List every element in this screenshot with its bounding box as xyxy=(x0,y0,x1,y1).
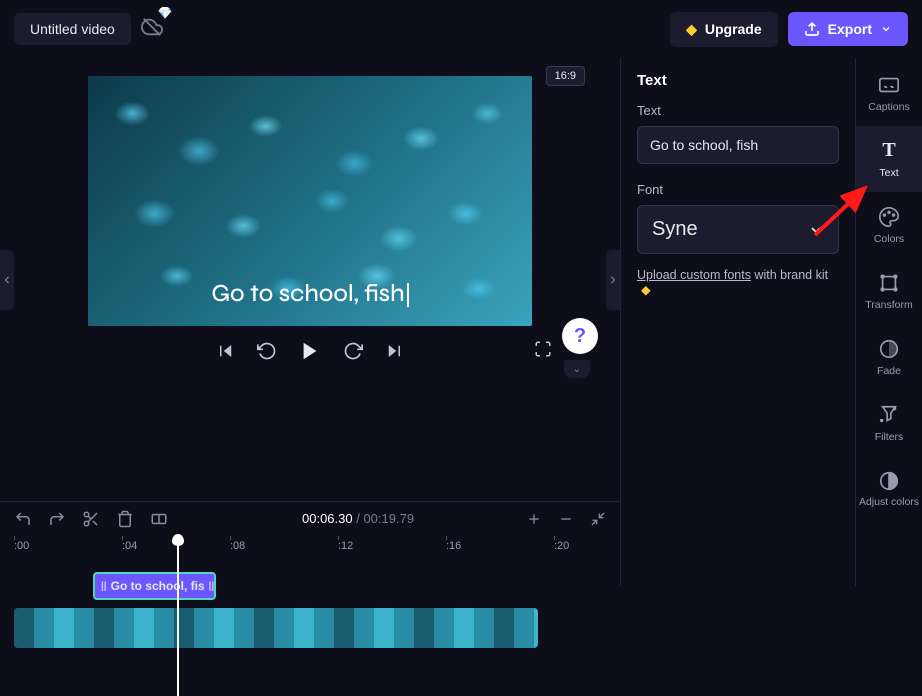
forward-5s-button[interactable] xyxy=(343,341,363,361)
adjust-colors-icon xyxy=(878,470,900,492)
redo-button[interactable] xyxy=(48,510,66,528)
text-field-label: Text xyxy=(637,103,839,118)
text-input[interactable] xyxy=(637,126,839,164)
tool-text[interactable]: T Text xyxy=(856,126,922,192)
undo-button[interactable] xyxy=(14,510,32,528)
upload-fonts-link[interactable]: Upload custom fonts xyxy=(637,268,751,282)
tool-fade[interactable]: Fade xyxy=(856,324,922,390)
timeline-text-clip[interactable]: || Go to school, fis || xyxy=(93,572,216,600)
text-icon: T xyxy=(878,140,900,162)
fit-timeline-button[interactable] xyxy=(590,511,606,527)
chevron-down-icon xyxy=(808,222,824,238)
tool-adjust-colors[interactable]: Adjust colors xyxy=(856,456,922,522)
captions-icon xyxy=(878,74,900,96)
upload-fonts-row: Upload custom fonts with brand kit ◆ xyxy=(637,268,839,297)
font-select[interactable]: Syne xyxy=(637,205,839,254)
font-select-value: Syne xyxy=(652,218,698,241)
text-clip-label: Go to school, fis xyxy=(111,579,205,593)
playhead[interactable] xyxy=(177,536,179,696)
preview-nav-right[interactable]: › xyxy=(606,250,620,310)
ruler-tick: :20 xyxy=(554,540,569,552)
collapse-preview-button[interactable]: ⌄ xyxy=(564,360,590,378)
upgrade-label: Upgrade xyxy=(705,21,762,37)
gem-icon: ◆ xyxy=(641,283,651,297)
tool-transform[interactable]: Transform xyxy=(856,258,922,324)
panel-title: Text xyxy=(637,72,839,89)
cloud-sync-icon: 💎 xyxy=(141,16,163,43)
palette-icon xyxy=(878,206,900,228)
split-button[interactable] xyxy=(150,510,168,528)
zoom-add-button[interactable] xyxy=(526,511,542,527)
filters-icon xyxy=(878,404,900,426)
skip-end-button[interactable] xyxy=(385,342,403,360)
zoom-minus-button[interactable] xyxy=(558,511,574,527)
clip-grip-right-icon[interactable]: || xyxy=(209,581,215,592)
ruler-tick: :04 xyxy=(122,540,137,552)
ruler-tick: :08 xyxy=(230,540,245,552)
cut-button[interactable] xyxy=(82,510,100,528)
timecode-display: 00:06.30 / 00:19.79 xyxy=(302,511,414,527)
export-button[interactable]: Export xyxy=(788,12,908,46)
play-button[interactable] xyxy=(299,340,321,362)
delete-button[interactable] xyxy=(116,510,134,528)
overlay-text-caption[interactable]: Go to school, fish xyxy=(211,279,408,308)
video-preview[interactable]: Go to school, fish xyxy=(88,76,532,326)
chevron-down-icon xyxy=(880,23,892,35)
upload-icon xyxy=(804,21,820,37)
tool-captions[interactable]: Captions xyxy=(856,60,922,126)
fade-icon xyxy=(878,338,900,360)
tool-colors[interactable]: Colors xyxy=(856,192,922,258)
help-button[interactable]: ? xyxy=(562,318,598,354)
font-field-label: Font xyxy=(637,182,839,197)
aspect-ratio-button[interactable]: 16:9 xyxy=(546,66,585,86)
export-label: Export xyxy=(828,21,872,37)
preview-nav-left[interactable]: ‹ xyxy=(0,250,14,310)
premium-diamond-icon: 💎 xyxy=(158,6,173,20)
ruler-tick: :12 xyxy=(338,540,353,552)
upgrade-button[interactable]: ◆ Upgrade xyxy=(670,12,778,47)
timeline-ruler[interactable]: :00 :04 :08 :12 :16 :20 xyxy=(0,536,620,566)
fullscreen-button[interactable] xyxy=(534,340,552,363)
clip-grip-left-icon[interactable]: || xyxy=(101,581,107,592)
transform-icon xyxy=(878,272,900,294)
skip-start-button[interactable] xyxy=(217,342,235,360)
rewind-5s-button[interactable] xyxy=(257,341,277,361)
gem-icon: ◆ xyxy=(686,21,697,38)
timeline-video-clip[interactable] xyxy=(14,608,538,648)
ruler-tick: :00 xyxy=(14,540,29,552)
project-title[interactable]: Untitled video xyxy=(14,13,131,45)
ruler-tick: :16 xyxy=(446,540,461,552)
tool-filters[interactable]: Filters xyxy=(856,390,922,456)
